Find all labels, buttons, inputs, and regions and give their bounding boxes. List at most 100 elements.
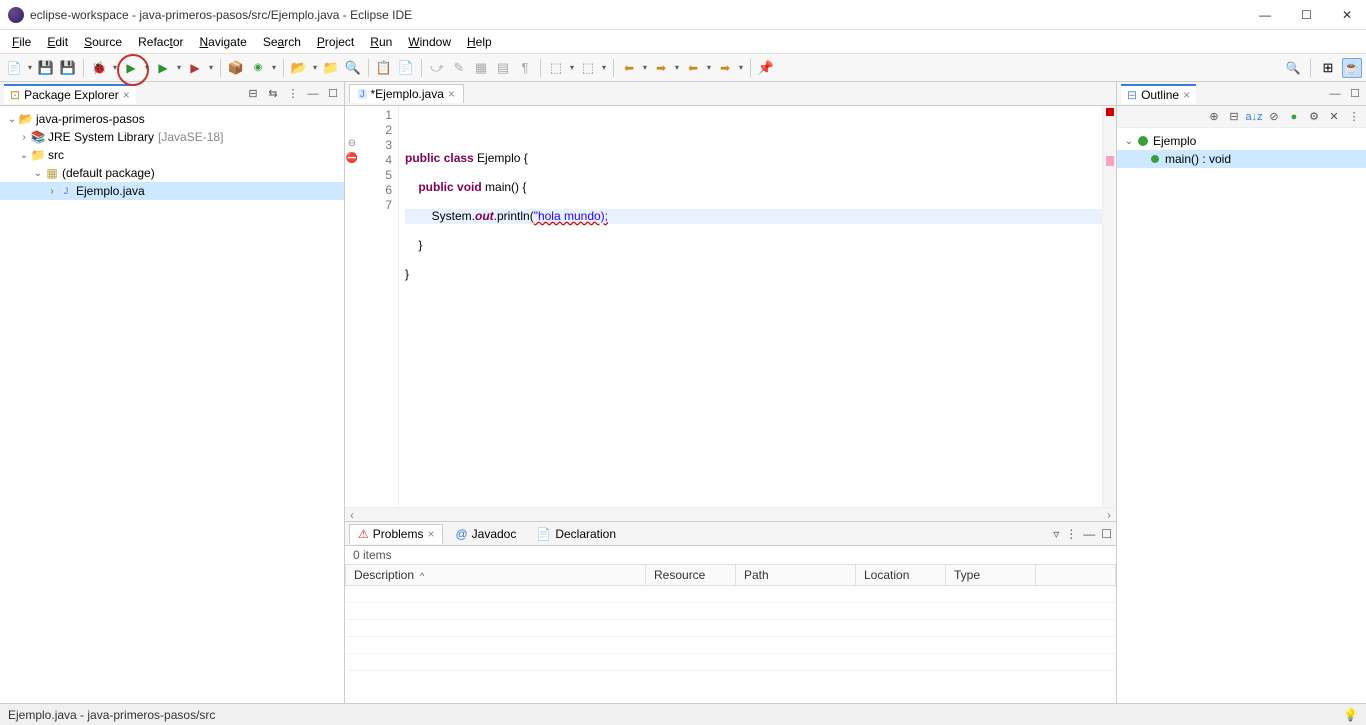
fold-icon[interactable]: ⊖ [345,136,359,151]
next-annotation-button[interactable]: ⬚ [546,58,566,78]
save-button[interactable]: 💾 [36,58,56,78]
outline-minimize-icon[interactable]: — [1328,87,1342,101]
coverage-button[interactable]: ▶ [153,58,173,78]
col-description[interactable]: Description^ [346,565,646,586]
text-button[interactable]: ¶ [515,58,535,78]
skip-breakpoints-button[interactable]: ⤻ [427,58,447,78]
default-package-node[interactable]: ⌄▦ (default package) [0,164,344,182]
open-perspective-button[interactable]: ⊞ [1318,58,1338,78]
run-dropdown[interactable]: ▾ [143,58,151,78]
outline-view-menu-icon[interactable]: ⋮ [1346,109,1362,125]
declaration-tab[interactable]: 📄 Declaration [528,525,624,543]
run-last-dropdown[interactable]: ▾ [207,58,215,78]
problems-tab-close-icon[interactable]: × [427,527,434,541]
editor-tab-ejemplo[interactable]: J *Ejemplo.java × [349,84,464,103]
focus-icon[interactable]: ⊕ [1206,109,1222,125]
filter-icon[interactable]: ▿ [1053,527,1059,541]
block-button[interactable]: ▤ [493,58,513,78]
sort-az-icon[interactable]: a↓z [1246,109,1262,125]
javadoc-tab[interactable]: @ Javadoc [447,525,524,543]
java-perspective-button[interactable]: ☕ [1342,58,1362,78]
editor-body[interactable]: ⊖ ⛔ 1 2 3 4 5 6 7 public class Ejemplo {… [345,106,1116,507]
view-menu-bottom-icon[interactable]: ⋮ [1065,527,1077,541]
menu-run[interactable]: Run [362,33,400,51]
hide-static-icon[interactable]: ● [1286,109,1302,125]
coverage-dropdown[interactable]: ▾ [175,58,183,78]
package-explorer-tab[interactable]: ⊡ Package Explorer × [4,84,136,104]
comment-button[interactable]: ▦ [471,58,491,78]
toggle-breadcrumb-button[interactable]: 📋 [374,58,394,78]
new-class-dropdown[interactable]: ▾ [270,58,278,78]
col-path[interactable]: Path [736,565,856,586]
tip-icon[interactable]: 💡 [1343,708,1358,722]
col-resource[interactable]: Resource [646,565,736,586]
menu-source[interactable]: Source [76,33,130,51]
new-package-button[interactable]: 📦 [226,58,246,78]
overview-ruler[interactable] [1102,106,1116,507]
outline-tree[interactable]: ⌄ Ejemplo main() : void [1117,128,1366,703]
outline-method-node[interactable]: main() : void [1117,150,1366,168]
error-marker-icon[interactable]: ⛔ [345,151,359,166]
code-content[interactable]: public class Ejemplo { public void main(… [399,106,1102,507]
debug-dropdown[interactable]: ▾ [111,58,119,78]
wand-button[interactable]: ✎ [449,58,469,78]
menu-project[interactable]: Project [309,33,362,51]
pin-button[interactable]: 📌 [756,58,776,78]
editor-horizontal-scrollbar[interactable]: ‹› [345,507,1116,521]
menu-window[interactable]: Window [400,33,459,51]
problems-tab[interactable]: ⚠ Problems × [349,524,443,544]
package-explorer-close-icon[interactable]: × [123,88,130,102]
back-button[interactable]: ⬅ [619,58,639,78]
minimize-view-icon[interactable]: — [306,87,320,101]
last-edit-button[interactable]: ⬅ [683,58,703,78]
src-folder-node[interactable]: ⌄📁 src [0,146,344,164]
prev-annotation-dropdown[interactable]: ▾ [600,58,608,78]
package-explorer-tree[interactable]: ⌄📂 java-primeros-pasos ›📚 JRE System Lib… [0,106,344,703]
menu-file[interactable]: File [4,33,39,51]
back-dropdown[interactable]: ▾ [641,58,649,78]
new-class-button[interactable]: ◉ [248,58,268,78]
prev-annotation-button[interactable]: ⬚ [578,58,598,78]
overview-mark-icon[interactable] [1106,156,1114,166]
forward-button[interactable]: ➡ [651,58,671,78]
col-type[interactable]: Type [946,565,1036,586]
menu-edit[interactable]: Edit [39,33,76,51]
sort-icon[interactable]: ⊟ [1226,109,1242,125]
hide-nonpublic-icon[interactable]: ⚙ [1306,109,1322,125]
outline-close-icon[interactable]: × [1183,88,1190,102]
java-file-node[interactable]: ›J Ejemplo.java [0,182,344,200]
hide-local-icon[interactable]: ✕ [1326,109,1342,125]
col-location[interactable]: Location [856,565,946,586]
outline-class-node[interactable]: ⌄ Ejemplo [1117,132,1366,150]
save-all-button[interactable]: 💾 [58,58,78,78]
toggle-mark-button[interactable]: 📄 [396,58,416,78]
menu-help[interactable]: Help [459,33,500,51]
run-last-button[interactable]: ▶ [185,58,205,78]
menu-refactor[interactable]: Refactor [130,33,191,51]
hide-fields-icon[interactable]: ⊘ [1266,109,1282,125]
outline-tab[interactable]: ⊟ Outline × [1121,84,1196,104]
minimize-button[interactable]: — [1253,6,1277,24]
maximize-bottom-icon[interactable]: ☐ [1101,527,1112,541]
menu-search[interactable]: Search [255,33,309,51]
view-menu-icon[interactable]: ⋮ [286,87,300,101]
debug-button[interactable]: 🐞 [89,58,109,78]
forward-dropdown[interactable]: ▾ [673,58,681,78]
run-button[interactable]: ▶ [121,58,141,78]
project-node[interactable]: ⌄📂 java-primeros-pasos [0,110,344,128]
quick-access-button[interactable]: 🔍 [1283,58,1303,78]
jre-library-node[interactable]: ›📚 JRE System Library [JavaSE-18] [0,128,344,146]
search-button[interactable]: 🔍 [343,58,363,78]
last-edit-dropdown[interactable]: ▾ [705,58,713,78]
nav-history-button[interactable]: ➡ [715,58,735,78]
maximize-view-icon[interactable]: ☐ [326,87,340,101]
editor-tab-close-icon[interactable]: × [448,87,455,101]
open-type-dropdown[interactable]: ▾ [311,58,319,78]
collapse-all-icon[interactable]: ⊟ [246,87,260,101]
new-button[interactable]: 📄 [4,58,24,78]
nav-history-dropdown[interactable]: ▾ [737,58,745,78]
maximize-button[interactable]: ☐ [1295,6,1318,24]
close-button[interactable]: ✕ [1336,6,1358,24]
next-annotation-dropdown[interactable]: ▾ [568,58,576,78]
problems-table[interactable]: Description^ Resource Path Location Type [345,564,1116,703]
